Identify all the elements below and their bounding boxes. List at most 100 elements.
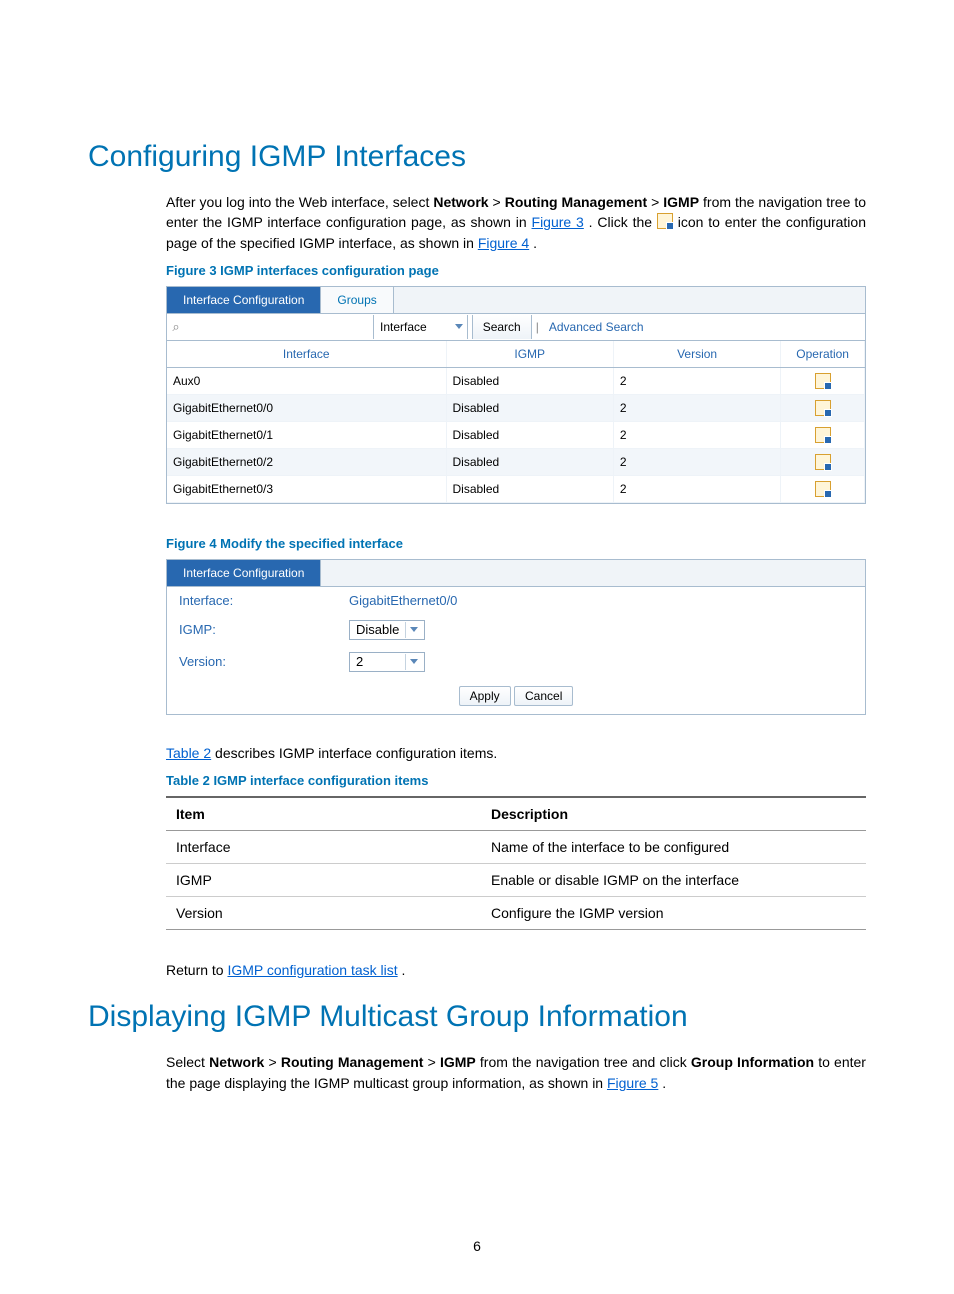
- table-row: GigabitEthernet0/0 Disabled 2: [167, 394, 865, 421]
- cell-item: IGMP: [166, 864, 481, 897]
- chevron-down-icon: [455, 324, 463, 329]
- cell-item: Interface: [166, 831, 481, 864]
- breadcrumb-sep: >: [493, 194, 505, 210]
- cell-igmp: Disabled: [446, 475, 613, 502]
- text: Return to: [166, 962, 227, 978]
- edit-icon[interactable]: [815, 373, 831, 389]
- tab-interface-configuration[interactable]: Interface Configuration: [167, 560, 321, 586]
- breadcrumb-network: Network: [433, 194, 488, 210]
- cell-desc: Name of the interface to be configured: [481, 831, 866, 864]
- col-igmp[interactable]: IGMP: [446, 341, 613, 368]
- cell-interface: GigabitEthernet0/1: [167, 421, 446, 448]
- tab-interface-configuration[interactable]: Interface Configuration: [167, 287, 321, 313]
- breadcrumb-sep: >: [428, 1054, 440, 1070]
- link-figure-5[interactable]: Figure 5: [607, 1075, 658, 1091]
- caption-figure-3: Figure 3 IGMP interfaces configuration p…: [166, 263, 866, 278]
- cell-interface: GigabitEthernet0/3: [167, 475, 446, 502]
- cell-version: 2: [613, 394, 780, 421]
- col-version[interactable]: Version: [613, 341, 780, 368]
- label-interface: Interface:: [179, 593, 349, 608]
- table-row: IGMP Enable or disable IGMP on the inter…: [166, 864, 866, 897]
- edit-icon[interactable]: [815, 481, 831, 497]
- breadcrumb-sep: >: [268, 1054, 280, 1070]
- table-row: GigabitEthernet0/2 Disabled 2: [167, 448, 865, 475]
- text: .: [662, 1075, 666, 1091]
- interface-table: Interface IGMP Version Operation Aux0 Di…: [167, 341, 865, 503]
- table-row: Aux0 Disabled 2: [167, 367, 865, 394]
- text: After you log into the Web interface, se…: [166, 194, 433, 210]
- text: .: [533, 235, 537, 251]
- cell-version: 2: [613, 448, 780, 475]
- cell-igmp: Disabled: [446, 448, 613, 475]
- separator: |: [532, 320, 543, 334]
- config-items-table: Item Description Interface Name of the i…: [166, 796, 866, 930]
- igmp-select[interactable]: Disable: [349, 620, 425, 640]
- figure-3-panel: Interface Configuration Groups ⌕ Interfa…: [166, 286, 866, 504]
- cell-interface: GigabitEthernet0/2: [167, 448, 446, 475]
- link-table-2[interactable]: Table 2: [166, 745, 211, 761]
- text: .: [402, 962, 406, 978]
- search-field-select[interactable]: Interface: [373, 315, 468, 339]
- cell-desc: Enable or disable IGMP on the interface: [481, 864, 866, 897]
- label-igmp: IGMP:: [179, 622, 349, 637]
- cell-igmp: Disabled: [446, 367, 613, 394]
- edit-icon[interactable]: [815, 427, 831, 443]
- table-row: GigabitEthernet0/1 Disabled 2: [167, 421, 865, 448]
- cell-item: Version: [166, 897, 481, 930]
- edit-icon: [657, 213, 673, 229]
- text: describes IGMP interface configuration i…: [215, 745, 497, 761]
- intro-paragraph-2: Select Network > Routing Management > IG…: [166, 1052, 866, 1093]
- heading-configuring-igmp: Configuring IGMP Interfaces: [88, 140, 866, 174]
- heading-displaying-igmp: Displaying IGMP Multicast Group Informat…: [88, 1000, 866, 1034]
- chevron-down-icon: [410, 659, 418, 664]
- cell-igmp: Disabled: [446, 394, 613, 421]
- value-interface: GigabitEthernet0/0: [349, 593, 457, 608]
- link-figure-4[interactable]: Figure 4: [478, 235, 529, 251]
- search-field-value: Interface: [380, 320, 427, 334]
- caption-figure-4: Figure 4 Modify the specified interface: [166, 536, 866, 551]
- edit-icon[interactable]: [815, 454, 831, 470]
- table-row: GigabitEthernet0/3 Disabled 2: [167, 475, 865, 502]
- cell-desc: Configure the IGMP version: [481, 897, 866, 930]
- text: from the navigation tree and click: [480, 1054, 691, 1070]
- breadcrumb-network: Network: [209, 1054, 264, 1070]
- col-operation: Operation: [781, 341, 865, 368]
- table-row: Version Configure the IGMP version: [166, 897, 866, 930]
- col-item: Item: [166, 797, 481, 831]
- breadcrumb-group-info: Group Information: [691, 1054, 814, 1070]
- text: . Click the: [589, 214, 657, 230]
- breadcrumb-sep: >: [651, 194, 663, 210]
- tab-groups[interactable]: Groups: [321, 287, 393, 313]
- col-interface[interactable]: Interface: [167, 341, 446, 368]
- col-description: Description: [481, 797, 866, 831]
- page-number: 6: [0, 1238, 954, 1254]
- cancel-button[interactable]: Cancel: [514, 686, 573, 706]
- table-row: Interface Name of the interface to be co…: [166, 831, 866, 864]
- search-input[interactable]: [185, 316, 373, 338]
- version-select-value: 2: [356, 654, 363, 669]
- apply-button[interactable]: Apply: [459, 686, 511, 706]
- search-button[interactable]: Search: [472, 315, 532, 339]
- igmp-select-value: Disable: [356, 622, 399, 637]
- breadcrumb-igmp: IGMP: [663, 194, 699, 210]
- breadcrumb-routing: Routing Management: [281, 1054, 424, 1070]
- label-version: Version:: [179, 654, 349, 669]
- link-figure-3[interactable]: Figure 3: [532, 214, 584, 230]
- cell-version: 2: [613, 367, 780, 394]
- caption-table-2: Table 2 IGMP interface configuration ite…: [166, 773, 866, 788]
- cell-igmp: Disabled: [446, 421, 613, 448]
- advanced-search-link[interactable]: Advanced Search: [543, 320, 650, 334]
- chevron-down-icon: [410, 627, 418, 632]
- link-task-list[interactable]: IGMP configuration task list: [227, 962, 397, 978]
- cell-interface: Aux0: [167, 367, 446, 394]
- edit-icon[interactable]: [815, 400, 831, 416]
- cell-version: 2: [613, 421, 780, 448]
- search-icon: ⌕: [167, 319, 185, 335]
- figure-4-panel: Interface Configuration Interface: Gigab…: [166, 559, 866, 715]
- breadcrumb-igmp: IGMP: [440, 1054, 476, 1070]
- intro-paragraph-1: After you log into the Web interface, se…: [166, 192, 866, 253]
- breadcrumb-routing: Routing Management: [505, 194, 647, 210]
- version-select[interactable]: 2: [349, 652, 425, 672]
- text: Select: [166, 1054, 209, 1070]
- cell-version: 2: [613, 475, 780, 502]
